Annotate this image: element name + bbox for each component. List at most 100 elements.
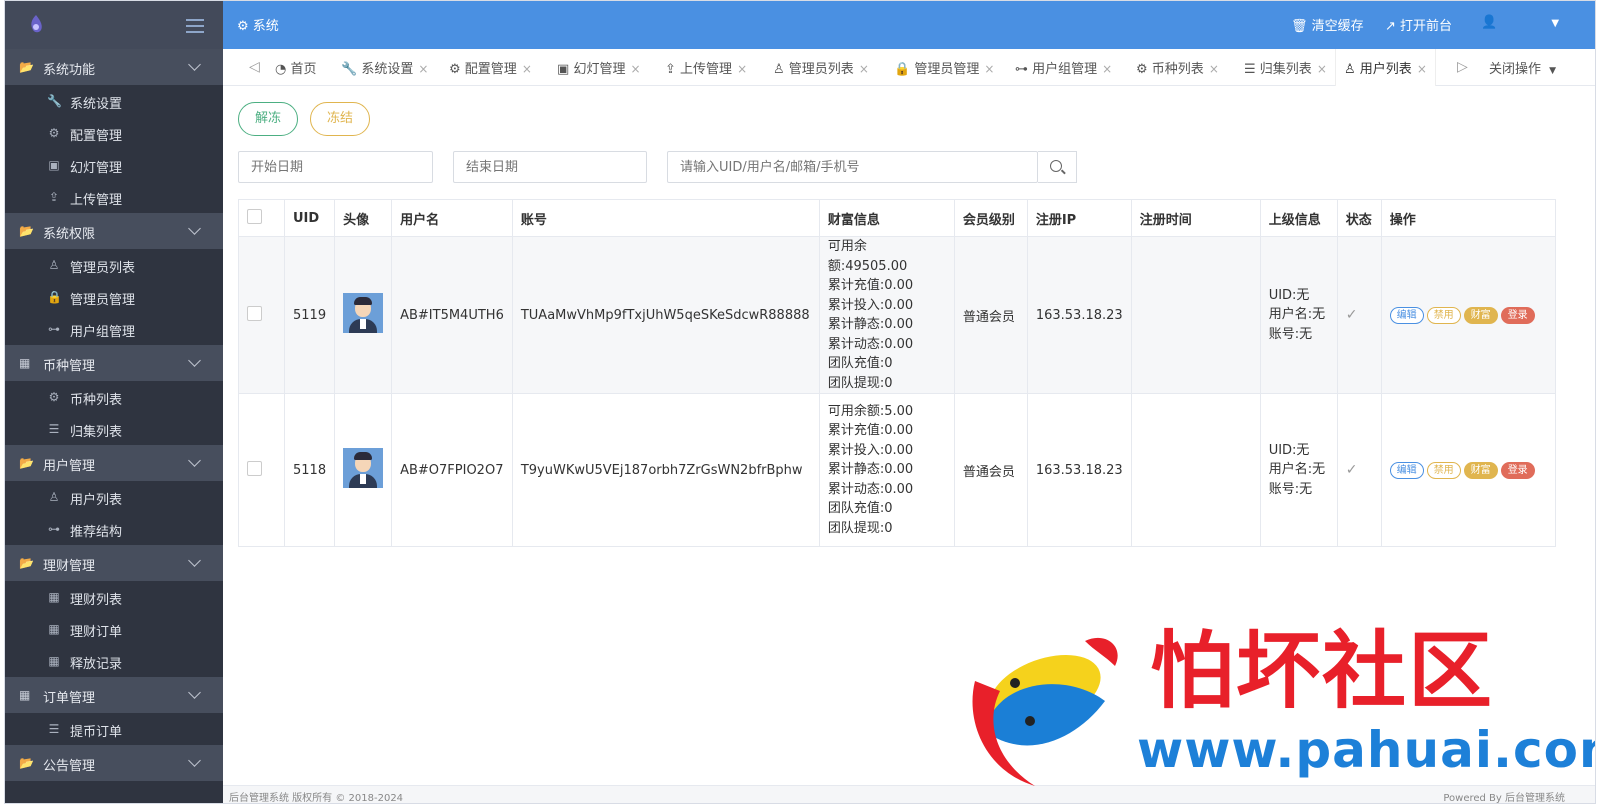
sidebar-item-label: 提币订单 (70, 725, 123, 740)
wrench-icon: 🔧 (47, 94, 62, 108)
tab[interactable]: ▣ 幻灯管理 × (557, 58, 641, 77)
sidebar-group[interactable]: 📂 理财管理 (5, 545, 223, 581)
close-icon[interactable]: × (630, 62, 640, 76)
select-all-checkbox[interactable] (247, 208, 262, 224)
sidebar-item[interactable]: ⇪ 上传管理 (5, 181, 223, 213)
sidebar-item[interactable]: ♙ 管理员列表 (5, 249, 223, 281)
sidebar-group-label: 公告管理 (43, 759, 96, 774)
ban-button[interactable]: 禁用 (1426, 306, 1461, 324)
row-checkbox[interactable] (247, 305, 262, 321)
sidebar-group-label: 币种管理 (43, 359, 96, 374)
row-checkbox[interactable] (247, 460, 262, 476)
column-header: 头像 (334, 199, 393, 237)
user-menu-button[interactable]: 👤 ▼ (1481, 15, 1559, 30)
close-operations-dropdown[interactable]: 关闭操作 ▼ (1489, 58, 1556, 77)
sidebar-item[interactable]: ▣ 幻灯管理 (5, 149, 223, 181)
column-header: 操作 (1380, 199, 1557, 237)
column-header: 注册IP (1026, 199, 1132, 237)
wealth-button[interactable]: 财富 (1463, 461, 1498, 479)
tab-scroll-left-icon[interactable]: ◁ (249, 59, 260, 75)
watermark: 怕坏社区 www.pahuai.com (955, 621, 1595, 791)
tab-label: 用户列表 (1359, 62, 1412, 77)
sidebar-group[interactable]: 📂 用户管理 (5, 445, 223, 481)
sidebar-group[interactable]: ▦ 币种管理 (5, 345, 223, 381)
actions-cell: 编辑 禁用 财富 登录 (1380, 236, 1557, 394)
watermark-title: 怕坏社区 (1150, 621, 1495, 720)
tab[interactable]: ⚙ 币种列表 × (1136, 58, 1219, 77)
grid-icon: ▦ (48, 622, 60, 636)
wealth-line: 累计动态:0.00 (827, 336, 914, 352)
tab[interactable]: ♙ 用户列表 × (1335, 49, 1436, 86)
sidebar-item[interactable]: ▦ 理财订单 (5, 613, 223, 645)
sidebar-group[interactable]: 📂 系统功能 (5, 49, 223, 85)
sidebar-group-label: 用户管理 (43, 459, 96, 474)
ban-button[interactable]: 禁用 (1426, 461, 1461, 479)
watermark-url: www.pahuai.com (1137, 721, 1596, 779)
end-date-input[interactable] (453, 151, 647, 183)
unfreeze-button[interactable]: 解冻 (238, 102, 299, 136)
parent-cell: UID:无 用户名:无 账号:无 (1259, 393, 1338, 547)
search-input[interactable] (667, 151, 1038, 183)
sidebar-item[interactable]: ☰ 归集列表 (5, 413, 223, 445)
header-title[interactable]: ⚙ 系统 (237, 15, 279, 34)
wealth-button[interactable]: 财富 (1463, 306, 1498, 324)
menu-toggle-icon[interactable] (186, 19, 204, 33)
select-all-cell (238, 199, 285, 237)
close-icon[interactable]: × (859, 62, 869, 76)
sidebar-item[interactable]: ⚙ 币种列表 (5, 381, 223, 413)
tab[interactable]: 🔧 系统设置 × (341, 58, 428, 77)
edit-button[interactable]: 编辑 (1389, 306, 1424, 324)
tab[interactable]: ☰ 归集列表 × (1244, 58, 1327, 77)
edit-button[interactable]: 编辑 (1389, 461, 1424, 479)
level-cell: 普通会员 (953, 393, 1028, 547)
sidebar-item-label: 幻灯管理 (70, 161, 123, 176)
sidebar-item[interactable]: ⊶ 用户组管理 (5, 313, 223, 345)
check-icon: ✓ (1345, 462, 1358, 478)
login-button[interactable]: 登录 (1500, 461, 1535, 479)
tab[interactable]: ♙ 管理员列表 × (773, 58, 869, 77)
sidebar-item[interactable]: ⊶ 推荐结构 (5, 513, 223, 545)
account-cell: T9yuWKwU5VEj187orbh7ZrGsWN2bfrBphw (511, 393, 820, 547)
login-button[interactable]: 登录 (1500, 306, 1535, 324)
clear-cache-button[interactable]: 🗑 清空缓存 (1291, 15, 1364, 34)
user-icon: ♙ (1344, 62, 1356, 77)
open-frontend-button[interactable]: ↗ 打开前台 (1385, 15, 1452, 34)
search-button[interactable] (1038, 151, 1077, 183)
sidebar-item[interactable]: ☰ 提币订单 (5, 713, 223, 745)
close-icon[interactable]: × (1209, 62, 1219, 76)
sidebar-group[interactable]: ▦ 订单管理 (5, 677, 223, 713)
close-icon[interactable]: × (522, 62, 532, 76)
close-operations-label: 关闭操作 (1489, 62, 1542, 77)
tab[interactable]: ⇪ 上传管理 × (665, 58, 747, 77)
tab-home[interactable]: ◔ 首页 (275, 58, 317, 77)
sidebar-item[interactable]: ▦ 理财列表 (5, 581, 223, 613)
freeze-button[interactable]: 冻结 (310, 102, 371, 136)
close-icon[interactable]: × (1102, 62, 1112, 76)
sidebar-item[interactable]: ⚙ 配置管理 (5, 117, 223, 149)
column-header: 财富信息 (818, 199, 955, 237)
start-date-input[interactable] (238, 151, 433, 183)
user-table: UID 头像 用户名 账号 财富信息 会员级别 注册IP 注册时间 上级信息 状… (238, 199, 1557, 547)
tab[interactable]: ⚙ 配置管理 × (449, 58, 532, 77)
sidebar-group[interactable]: 📂 公告管理 (5, 745, 223, 781)
tab[interactable]: ⊶ 用户组管理 × (1015, 58, 1112, 77)
sidebar-item[interactable]: 🔒 管理员管理 (5, 281, 223, 313)
column-header: 用户名 (391, 199, 513, 237)
sidebar: 📂 系统功能 🔧 系统设置 ⚙ 配置管理 ▣ 幻灯管理 ⇪ 上传管理 📂 系统权限 ♙ 管理员列表 🔒 管理员… (5, 1, 223, 803)
close-icon[interactable]: × (1317, 62, 1327, 76)
gear-icon: ⚙ (237, 19, 249, 34)
close-icon[interactable]: × (418, 62, 428, 76)
sidebar-item[interactable]: ▦ 释放记录 (5, 645, 223, 677)
close-icon[interactable]: × (984, 62, 994, 76)
close-icon[interactable]: × (737, 62, 747, 76)
parent-line: 账号:无 (1268, 481, 1313, 497)
sidebar-item[interactable]: ♙ 用户列表 (5, 481, 223, 513)
copyright-text: 后台管理系统 版权所有 © 2018-2024 (229, 793, 404, 804)
tab[interactable]: 🔒 管理员管理 × (894, 58, 994, 77)
sidebar-group[interactable]: 📂 系统权限 (5, 213, 223, 249)
tab-scroll-right-icon[interactable]: ▷ (1457, 59, 1468, 75)
logo-icon (31, 15, 42, 33)
close-icon[interactable]: × (1417, 62, 1427, 76)
sidebar-item[interactable]: 🔧 系统设置 (5, 85, 223, 117)
ip-cell: 163.53.18.23 (1026, 236, 1132, 394)
